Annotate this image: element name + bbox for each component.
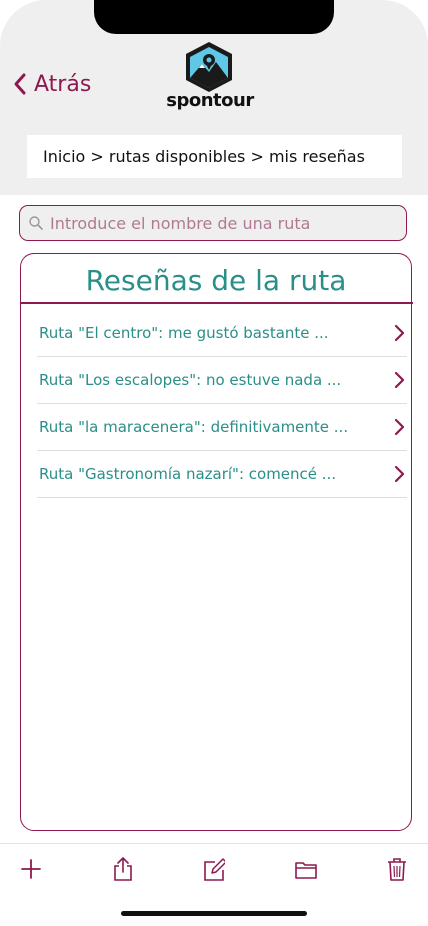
chevron-right-icon (394, 465, 405, 483)
title-divider (20, 302, 413, 304)
search-input[interactable] (50, 213, 406, 233)
review-label: Ruta "la maracenera": definitivamente ..… (39, 418, 349, 436)
review-item-la-maracenera[interactable]: Ruta "la maracenera": definitivamente ..… (37, 404, 407, 451)
edit-icon[interactable] (203, 856, 225, 882)
home-indicator[interactable] (121, 911, 307, 916)
reviews-list: Ruta "El centro": me gustó bastante ... … (37, 310, 407, 498)
back-label: Atrás (34, 71, 92, 97)
share-icon[interactable] (112, 856, 134, 882)
trash-icon[interactable] (386, 856, 408, 882)
logo-text: spontour (166, 90, 254, 111)
chevron-left-icon (14, 73, 26, 95)
chevron-right-icon (394, 371, 405, 389)
reviews-card: Reseñas de la ruta Ruta "El centro": me … (20, 253, 413, 831)
breadcrumb: Inicio > rutas disponibles > mis reseñas (27, 135, 402, 178)
chevron-right-icon (394, 324, 405, 342)
device-notch (94, 0, 334, 34)
review-label: Ruta "Los escalopes": no estuve nada ... (39, 371, 342, 389)
bottom-toolbar (0, 843, 428, 893)
review-item-los-escalopes[interactable]: Ruta "Los escalopes": no estuve nada ... (37, 357, 407, 404)
search-icon (29, 216, 43, 230)
phone-screen: Atrás spontour Inicio > rutas disponible… (0, 0, 428, 926)
breadcrumb-text: Inicio > rutas disponibles > mis reseñas (43, 147, 365, 166)
chevron-right-icon (394, 418, 405, 436)
folder-icon[interactable] (294, 856, 317, 882)
review-label: Ruta "Gastronomía nazarí": comencé ... (39, 465, 337, 483)
back-button[interactable]: Atrás (12, 68, 91, 100)
review-item-el-centro[interactable]: Ruta "El centro": me gustó bastante ... (37, 310, 407, 357)
reviews-title: Reseñas de la ruta (85, 264, 347, 297)
search-bar[interactable] (19, 205, 407, 241)
review-item-gastronomia-nazari[interactable]: Ruta "Gastronomía nazarí": comencé ... (37, 451, 407, 498)
review-label: Ruta "El centro": me gustó bastante ... (39, 324, 329, 342)
add-icon[interactable] (20, 856, 42, 882)
